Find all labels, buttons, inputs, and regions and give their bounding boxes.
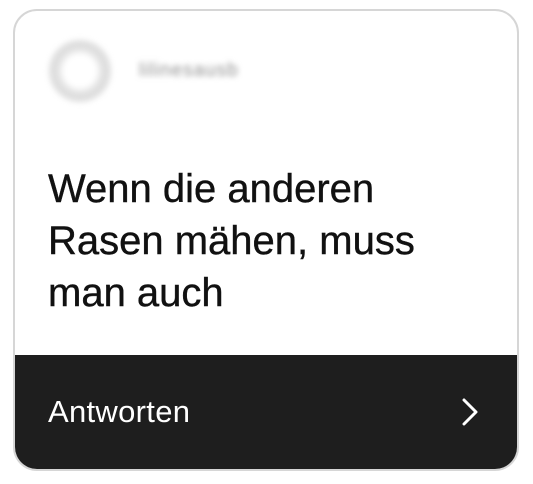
message-text: Wenn die anderen Rasen mähen, muss man a…: [48, 167, 415, 315]
chevron-right-icon: [462, 398, 478, 426]
message-card: lilinesausb Wenn die anderen Rasen mähen…: [13, 9, 519, 471]
avatar: [49, 40, 111, 102]
reply-label: Antworten: [48, 394, 191, 429]
sender-header: lilinesausb: [49, 39, 239, 103]
sender-username: lilinesausb: [139, 60, 239, 81]
reply-button[interactable]: Antworten: [15, 355, 517, 469]
